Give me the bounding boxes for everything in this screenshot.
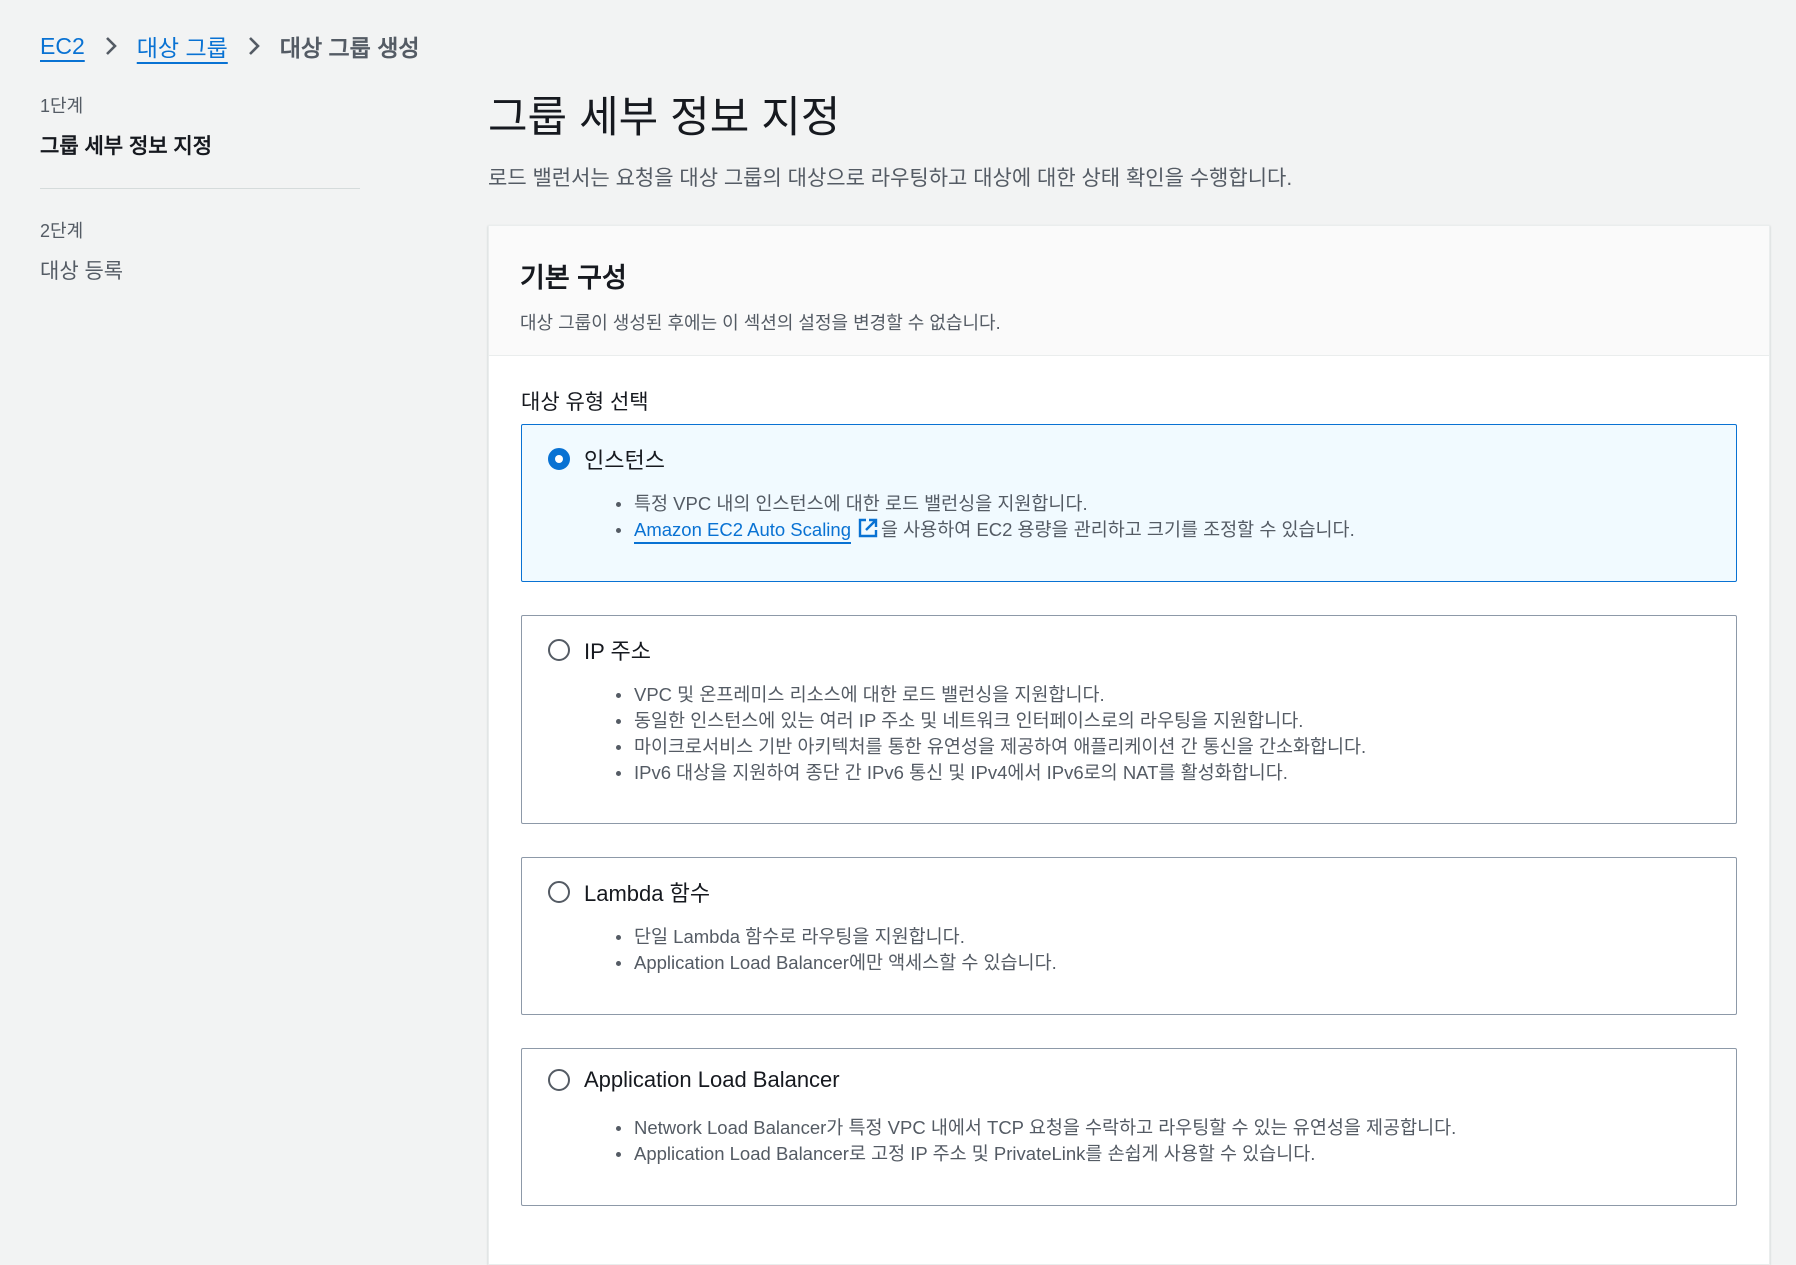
tile-title: Lambda 함수: [584, 881, 711, 906]
wizard-steps: 1단계 그룹 세부 정보 지정 2단계 대상 등록: [40, 92, 360, 285]
tile-title: 인스턴스: [584, 448, 665, 473]
page-header: 그룹 세부 정보 지정 로드 밸런서는 요청을 대상 그룹의 대상으로 라우팅하…: [488, 90, 1770, 192]
tile-bullet-list: 특정 VPC 내의 인스턴스에 대한 로드 밸런싱을 지원합니다. Amazon…: [616, 491, 1355, 546]
tile-header: Application Load Balancer: [548, 1067, 840, 1093]
container-description: 대상 그룹이 생성된 후에는 이 섹션의 설정을 변경할 수 없습니다.: [520, 313, 1001, 333]
basic-config-container: 기본 구성 대상 그룹이 생성된 후에는 이 섹션의 설정을 변경할 수 없습니…: [488, 225, 1770, 1265]
tile-title: Application Load Balancer: [584, 1067, 840, 1092]
list-item: Network Load Balancer가 특정 VPC 내에서 TCP 요청…: [615, 1115, 1456, 1141]
tile-bullet-list: Network Load Balancer가 특정 VPC 내에서 TCP 요청…: [615, 1115, 1456, 1167]
target-type-ip-tile[interactable]: IP 주소 VPC 및 온프레미스 리소스에 대한 로드 밸런싱을 지원합니다.…: [521, 615, 1737, 824]
target-type-lambda-tile[interactable]: Lambda 함수 단일 Lambda 함수로 라우팅을 지원합니다. Appl…: [521, 857, 1737, 1015]
container-header: 기본 구성 대상 그룹이 생성된 후에는 이 섹션의 설정을 변경할 수 없습니…: [489, 226, 1769, 356]
step-2-title: 대상 등록: [40, 260, 124, 283]
step-2-number: 2단계: [40, 221, 84, 241]
page-description: 로드 밸런서는 요청을 대상 그룹의 대상으로 라우팅하고 대상에 대한 상태 …: [488, 167, 1293, 190]
step-divider: [40, 188, 360, 189]
ip-radio[interactable]: [548, 639, 570, 661]
breadcrumb-target-groups-link[interactable]: 대상 그룹: [137, 29, 228, 63]
step-1-number: 1단계: [40, 96, 84, 116]
list-item: IPv6 대상을 지원하여 종단 간 IPv6 통신 및 IPv4에서 IPv6…: [615, 760, 1366, 786]
tile-header: 인스턴스: [548, 443, 665, 475]
target-type-label: 대상 유형 선택: [521, 391, 649, 414]
bullet-text: 을 사용하여 EC2 용량을 관리하고 크기를 조정할 수 있습니다.: [881, 519, 1355, 540]
tile-bullet-list: 단일 Lambda 함수로 라우팅을 지원합니다. Application Lo…: [616, 924, 1057, 976]
list-item: 마이크로서비스 기반 아키텍처를 통한 유연성을 제공하여 애플리케이션 간 통…: [615, 734, 1366, 760]
auto-scaling-link[interactable]: Amazon EC2 Auto Scaling: [634, 519, 851, 540]
instances-radio[interactable]: [548, 448, 570, 470]
alb-radio[interactable]: [548, 1069, 570, 1091]
lambda-radio[interactable]: [548, 881, 570, 903]
list-item: VPC 및 온프레미스 리소스에 대한 로드 밸런싱을 지원합니다.: [615, 682, 1366, 708]
list-item: Amazon EC2 Auto Scaling 을 사용하여 EC2 용량을 관리…: [616, 517, 1355, 546]
tile-header: Lambda 함수: [548, 876, 710, 908]
page-title: 그룹 세부 정보 지정: [488, 94, 841, 142]
list-item: Application Load Balancer에만 액세스할 수 있습니다.: [616, 950, 1057, 976]
list-item: Application Load Balancer로 고정 IP 주소 및 Pr…: [615, 1141, 1456, 1167]
tile-bullet-list: VPC 및 온프레미스 리소스에 대한 로드 밸런싱을 지원합니다. 동일한 인…: [615, 682, 1366, 786]
tile-title: IP 주소: [584, 639, 651, 664]
list-item: 동일한 인스턴스에 있는 여러 IP 주소 및 네트워크 인터페이스로의 라우팅…: [615, 708, 1366, 734]
chevron-right-icon: [85, 35, 137, 57]
breadcrumb: EC2 대상 그룹 대상 그룹 생성: [40, 26, 420, 66]
target-type-instances-tile[interactable]: 인스턴스 특정 VPC 내의 인스턴스에 대한 로드 밸런싱을 지원합니다. A…: [521, 424, 1737, 582]
breadcrumb-current: 대상 그룹 생성: [279, 35, 420, 61]
step-1-title: 그룹 세부 정보 지정: [40, 135, 213, 158]
tile-header: IP 주소: [548, 634, 651, 666]
list-item: 특정 VPC 내의 인스턴스에 대한 로드 밸런싱을 지원합니다.: [616, 491, 1355, 517]
chevron-right-icon: [228, 35, 280, 57]
target-type-alb-tile[interactable]: Application Load Balancer Network Load B…: [521, 1048, 1737, 1206]
external-link-icon: [857, 517, 879, 546]
container-title: 기본 구성: [520, 263, 627, 293]
list-item: 단일 Lambda 함수로 라우팅을 지원합니다.: [616, 924, 1057, 950]
breadcrumb-ec2-link[interactable]: EC2: [40, 33, 85, 60]
